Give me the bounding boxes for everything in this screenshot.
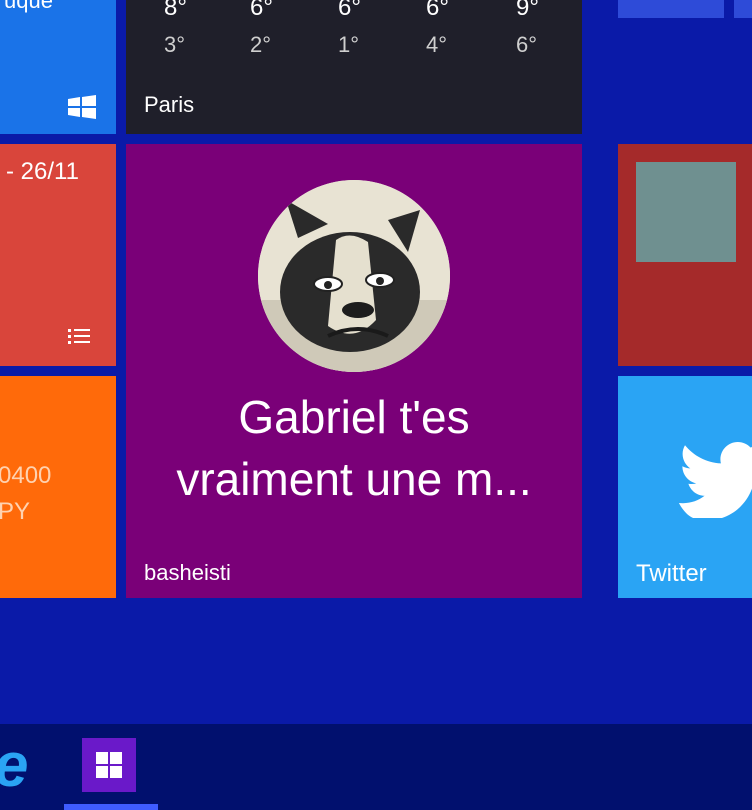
- high-temp: 6°: [250, 0, 273, 21]
- orange-tile-line2: PY: [0, 498, 31, 525]
- low-temp: 3°: [164, 32, 186, 57]
- calendar-date: - 26/11: [6, 158, 79, 185]
- tile-app-icon[interactable]: [82, 738, 136, 792]
- people-sender-name: basheisti: [144, 560, 231, 585]
- high-temp: 6°: [338, 0, 361, 21]
- low-temp: 2°: [250, 32, 272, 57]
- tile-top-right[interactable]: [618, 0, 724, 18]
- people-message: Gabriel t'es vraiment une m...: [146, 386, 562, 510]
- list-icon: [68, 329, 90, 344]
- bulldog-avatar: [258, 180, 450, 372]
- store-tile[interactable]: uque: [0, 0, 116, 134]
- twitter-tile[interactable]: Twitter: [618, 376, 752, 598]
- low-temp: 1°: [338, 32, 360, 57]
- calendar-tile[interactable]: - 26/11: [0, 144, 116, 366]
- twitter-bird-icon: [678, 442, 752, 518]
- active-app-indicator: [64, 804, 158, 810]
- ie-taskbar-icon[interactable]: e: [0, 730, 28, 801]
- people-tile[interactable]: Gabriel t'es vraiment une m... basheisti: [126, 144, 582, 598]
- people-message-line1: Gabriel t'es: [238, 391, 470, 443]
- photo-tile[interactable]: [618, 144, 752, 366]
- orange-tile[interactable]: 0400 PY: [0, 376, 116, 598]
- low-temp: 6°: [516, 32, 538, 57]
- high-temp: 9°: [516, 0, 539, 21]
- high-temp: 6°: [426, 0, 449, 21]
- weather-tile[interactable]: 8° 3° 6° 2° 6° 1° 6° 4° 9° 6° Paris: [126, 0, 582, 134]
- tile-app-glyph-icon: [96, 752, 122, 778]
- windows-logo-icon: [68, 95, 96, 119]
- people-message-line2: vraiment une m...: [176, 453, 532, 505]
- store-tile-label: uque: [4, 0, 53, 13]
- high-temp: 8°: [164, 0, 187, 21]
- orange-tile-line1: 0400: [0, 462, 52, 489]
- tile-top-right-edge[interactable]: [734, 0, 752, 18]
- weather-city-label: Paris: [144, 92, 195, 117]
- twitter-tile-label: Twitter: [636, 560, 707, 587]
- photo-thumbnail: [636, 162, 736, 262]
- low-temp: 4°: [426, 32, 448, 57]
